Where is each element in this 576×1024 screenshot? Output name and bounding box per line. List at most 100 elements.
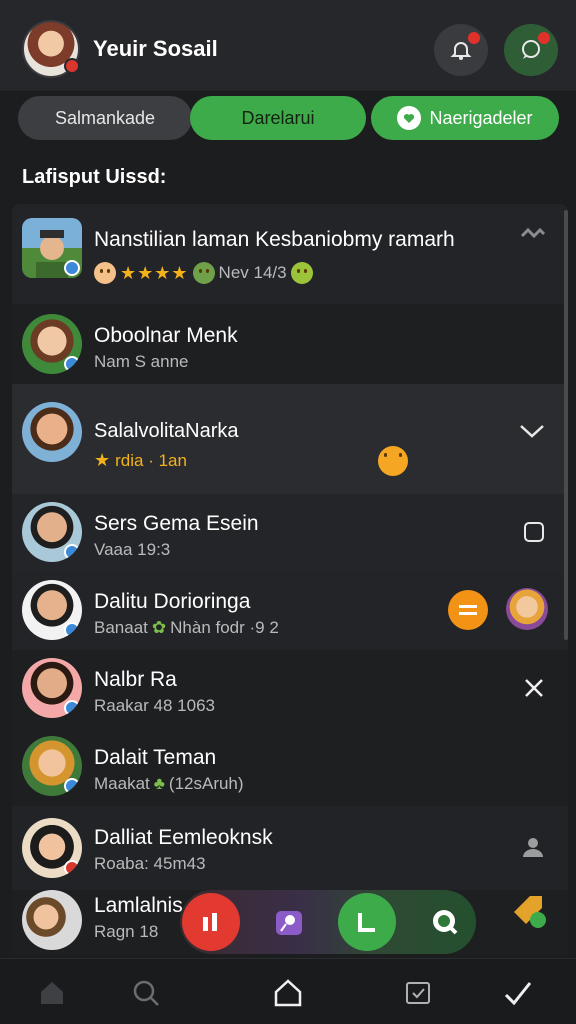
verified-icon xyxy=(64,622,80,638)
check-icon xyxy=(504,982,532,1006)
list-item[interactable]: Nanstilian laman Kesbaniobmy ramarh ★★★★… xyxy=(12,204,568,304)
contact-status: rdia · 1an xyxy=(115,450,187,470)
avatar xyxy=(22,658,82,718)
list-item[interactable]: Oboolnar Menk Nam S anne xyxy=(12,304,568,384)
section-title: Lafisput Uissd: xyxy=(22,166,167,188)
contact-meta: Vaaa 19:3 xyxy=(94,540,171,559)
contact-name: Dalitu Dorioringa xyxy=(94,590,251,613)
tab-2[interactable]: Darelarui xyxy=(190,96,366,140)
status-badge xyxy=(64,860,80,876)
list-item[interactable]: Dalait Teman Maakat ♣ (12sAruh) xyxy=(12,728,568,806)
rating-stars: ★★★★ xyxy=(120,262,189,283)
pin-button[interactable] xyxy=(260,893,318,951)
contact-meta: Roaba: 45m43 xyxy=(94,854,206,873)
avatar xyxy=(22,580,82,640)
avatar xyxy=(22,890,82,950)
tag-icon xyxy=(514,896,546,928)
contact-name: Nalbr Ra xyxy=(94,668,177,691)
mini-avatar[interactable] xyxy=(506,588,548,630)
app-header: Yeuir Sosail xyxy=(0,0,576,92)
link-button[interactable] xyxy=(520,226,546,242)
close-icon xyxy=(525,679,543,697)
avatar xyxy=(22,218,82,278)
contact-meta: Nam S anne xyxy=(94,352,189,371)
profile-button[interactable] xyxy=(520,836,546,858)
verified-icon xyxy=(64,356,80,372)
stats-button[interactable] xyxy=(182,893,240,951)
calendar-check-icon xyxy=(406,982,430,1004)
contact-meta: Ragn 18 xyxy=(94,922,159,941)
remove-button[interactable] xyxy=(522,676,546,700)
avatar xyxy=(22,736,82,796)
profile-avatar[interactable] xyxy=(22,20,80,78)
notification-dot xyxy=(468,32,480,44)
search-dock-button[interactable] xyxy=(416,893,474,951)
palm-tree-icon: ♣ xyxy=(153,774,165,793)
avatar xyxy=(22,314,82,374)
verified-icon xyxy=(64,544,80,560)
home-icon xyxy=(41,982,63,1004)
star-icon: ★ xyxy=(94,450,112,470)
contact-meta: ★ rdia · 1an xyxy=(94,450,187,471)
tab-1[interactable]: Salmankade xyxy=(18,96,192,140)
list-item[interactable]: SalalvolitaNarka ★ rdia · 1an xyxy=(12,384,568,494)
list-item[interactable]: Dalitu Dorioringa Banaat ✿ Nhàn fodr ·9 … xyxy=(12,572,568,650)
face-emoji-icon xyxy=(94,262,116,284)
message-dot xyxy=(538,32,550,44)
tag-button[interactable] xyxy=(508,890,548,930)
contact-name: Nanstilian laman Kesbaniobmy ramarh xyxy=(94,228,455,251)
contact-name: SalalvolitaNarka xyxy=(94,420,239,442)
plant-icon: ✿ xyxy=(151,618,167,637)
contact-meta: Maakat ♣ (12sAruh) xyxy=(94,774,244,794)
verified-icon xyxy=(64,778,80,794)
scrollbar[interactable] xyxy=(564,210,568,640)
contact-name: Dalait Teman xyxy=(94,746,217,769)
messages-button[interactable] xyxy=(504,24,558,76)
square-icon xyxy=(524,522,544,542)
list-item[interactable]: Sers Gema Esein Vaaa 19:3 xyxy=(12,494,568,572)
leaf-emoji-icon xyxy=(290,262,313,284)
nav-home-outline[interactable] xyxy=(268,973,308,1013)
contact-name: Sers Gema Esein xyxy=(94,512,259,535)
avatar xyxy=(22,502,82,562)
action-dock xyxy=(180,890,476,954)
list-item[interactable]: Nalbr Ra Raakar 48 1063 xyxy=(12,650,568,728)
nav-search[interactable] xyxy=(126,973,166,1013)
plant-emoji-icon xyxy=(192,262,215,284)
edit-icon xyxy=(358,913,375,932)
list-item[interactable]: Dalliat Eemleoknsk Roaba: 45m43 xyxy=(12,806,568,890)
contact-list: Nanstilian laman Kesbaniobmy ramarh ★★★★… xyxy=(12,204,568,954)
app-title: Yeuir Sosail xyxy=(93,36,218,61)
tab-bar: Salmankade Darelarui Naerigadeler xyxy=(16,96,560,142)
contact-sub-2: Nhàn fodr ·9 2 xyxy=(170,618,279,637)
avatar xyxy=(22,402,82,462)
contact-sub: Banaat xyxy=(94,618,148,637)
pin-icon xyxy=(276,911,302,935)
heart-bubble-icon xyxy=(397,106,422,130)
edit-button[interactable] xyxy=(338,893,396,951)
chevron-down-icon xyxy=(520,425,544,438)
house-outline-icon xyxy=(274,979,302,1007)
verified-icon xyxy=(64,700,80,716)
tab-3[interactable]: Naerigadeler xyxy=(371,96,559,140)
contact-date: Nev 14/3 xyxy=(218,263,287,282)
link-icon xyxy=(520,227,546,239)
contact-meta: Raakar 48 1063 xyxy=(94,696,215,715)
select-checkbox[interactable] xyxy=(522,520,546,544)
search-icon xyxy=(433,910,458,935)
equals-icon xyxy=(448,590,488,630)
bar-chart-icon xyxy=(203,913,217,931)
menu-button[interactable] xyxy=(448,590,488,630)
search-icon xyxy=(133,980,159,1006)
verified-icon xyxy=(64,260,80,276)
expand-button[interactable] xyxy=(518,422,546,440)
nav-check[interactable] xyxy=(498,973,538,1013)
avatar xyxy=(22,818,82,878)
nav-calendar[interactable] xyxy=(398,973,438,1013)
nav-home[interactable] xyxy=(32,973,72,1013)
notifications-button[interactable] xyxy=(434,24,488,76)
contact-name: Oboolnar Menk xyxy=(94,324,238,347)
tab-3-label: Naerigadeler xyxy=(429,107,533,128)
contact-name: Dalliat Eemleoknsk xyxy=(94,826,273,849)
avatar-status-badge xyxy=(64,58,80,74)
